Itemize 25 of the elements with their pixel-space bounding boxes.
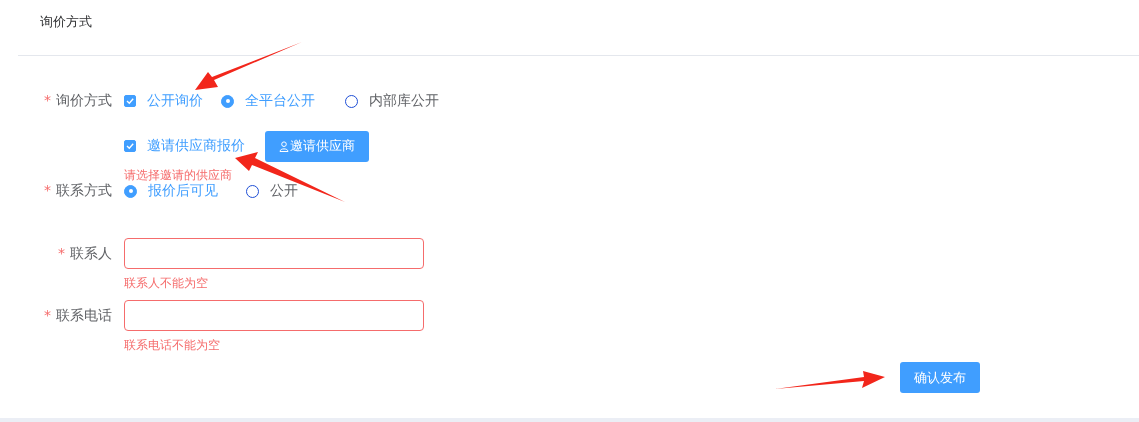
- field-label: 询价方式: [56, 92, 112, 108]
- submit-button[interactable]: 确认发布: [900, 362, 980, 393]
- input-field[interactable]: [124, 238, 424, 269]
- required-mark: *: [44, 92, 51, 108]
- input-field[interactable]: [124, 300, 424, 331]
- required-mark: *: [44, 306, 51, 323]
- required-mark: *: [58, 244, 65, 261]
- user-icon: [279, 140, 289, 152]
- field-label: 联系电话: [56, 306, 112, 323]
- radio-option[interactable]: 公开: [246, 182, 298, 200]
- error-message: 联系人不能为空: [124, 276, 209, 290]
- checkbox[interactable]: 邀请供应商报价: [124, 137, 245, 155]
- checkbox[interactable]: 公开询价: [124, 92, 203, 110]
- field-label: 联系方式: [56, 182, 112, 198]
- error-message: 请选择邀请的供应商: [124, 168, 233, 182]
- check-icon: [125, 96, 135, 106]
- section-title: 询价方式: [40, 14, 92, 29]
- required-mark: *: [44, 182, 51, 198]
- radio-option[interactable]: 内部库公开: [345, 92, 439, 110]
- check-icon: [125, 141, 135, 151]
- invite-supplier-button[interactable]: 邀请供应商: [265, 130, 369, 162]
- error-message: 联系电话不能为空: [124, 338, 221, 352]
- radio-option[interactable]: 全平台公开: [221, 92, 315, 110]
- field-label: 联系人: [70, 244, 112, 261]
- radio-option[interactable]: 报价后可见: [124, 182, 218, 200]
